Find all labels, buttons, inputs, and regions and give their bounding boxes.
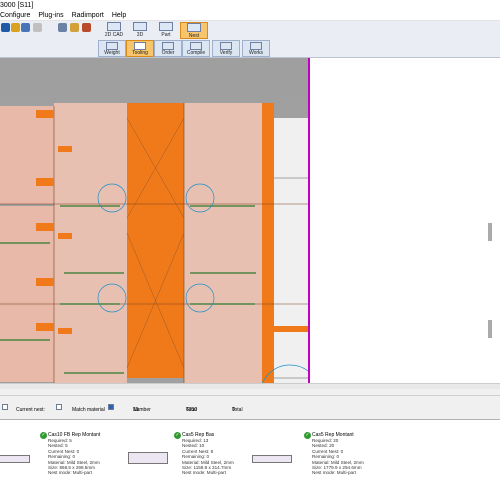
check-icon: ✓ bbox=[304, 432, 311, 439]
part-details: Required: 13 Nested: 10 Current Nest: 8 … bbox=[182, 438, 234, 476]
cut-icon[interactable] bbox=[58, 23, 67, 32]
3d-button[interactable]: 3D bbox=[126, 22, 154, 39]
part-preview bbox=[252, 455, 292, 463]
parts-list[interactable]: ✓ Cas10 FB Rep Montant Required: 5 Neste… bbox=[0, 419, 500, 500]
toolbar: 2D CAD 3D Part Nest Weight Tooling Order… bbox=[0, 21, 500, 58]
paste-icon[interactable] bbox=[70, 23, 79, 32]
part-details: Required: 20 Nested: 20 Current Nest: 0 … bbox=[312, 438, 364, 476]
part-button[interactable]: Part bbox=[152, 22, 180, 39]
part-item[interactable]: ✓ Cas5 Rep Bas Required: 13 Nested: 10 C… bbox=[128, 432, 324, 492]
menu-bar: Configure Plug-ins Radimport Help bbox=[0, 11, 500, 21]
nested-sheet[interactable] bbox=[0, 58, 308, 383]
compile-button[interactable]: Compile bbox=[182, 40, 210, 57]
works-button[interactable]: Works bbox=[242, 40, 270, 57]
cad-button[interactable]: 2D CAD bbox=[100, 22, 128, 39]
nest-workspace[interactable] bbox=[0, 58, 500, 383]
verify-button[interactable]: Verify bbox=[212, 40, 240, 57]
order-button[interactable]: Order bbox=[154, 40, 182, 57]
check-icon: ✓ bbox=[40, 432, 47, 439]
nest-button[interactable]: Nest bbox=[180, 22, 208, 39]
nest-options-bar: Current nest: Match material Number of p… bbox=[0, 404, 500, 437]
panel-divider bbox=[0, 395, 500, 396]
menu-configure[interactable]: Configure bbox=[0, 11, 30, 21]
tooling-button[interactable]: Tooling bbox=[126, 40, 154, 57]
info-icon[interactable] bbox=[1, 23, 10, 32]
part-preview bbox=[0, 455, 30, 463]
save-icon[interactable] bbox=[21, 23, 30, 32]
part-item[interactable]: ✓ Cas5 Rep Montant Required: 20 Nested: … bbox=[252, 432, 454, 492]
menu-plugins[interactable]: Plug-ins bbox=[38, 11, 63, 21]
menu-help[interactable]: Help bbox=[112, 11, 126, 21]
settings-icon[interactable] bbox=[82, 23, 91, 32]
part-preview bbox=[128, 452, 168, 464]
nest-layout-drawing bbox=[0, 103, 308, 383]
vertical-scroll-thumb[interactable] bbox=[488, 223, 492, 241]
horizontal-scrollbar[interactable] bbox=[0, 383, 500, 389]
print-icon[interactable] bbox=[33, 23, 42, 32]
sheet-edge-marker bbox=[308, 58, 310, 383]
weight-button[interactable]: Weight bbox=[98, 40, 126, 57]
menu-radimport[interactable]: Radimport bbox=[72, 11, 104, 21]
folder-icon[interactable] bbox=[11, 23, 20, 32]
check-icon: ✓ bbox=[174, 432, 181, 439]
window-title: 3000 [S11] bbox=[0, 0, 500, 11]
part-details: Required: 5 Nested: 5 Current Nest: 0 Re… bbox=[48, 438, 100, 476]
match-material-label: Match material bbox=[72, 407, 105, 413]
current-nest-label: Current nest: bbox=[16, 407, 45, 413]
vertical-scroll-thumb-lower[interactable] bbox=[488, 320, 492, 338]
